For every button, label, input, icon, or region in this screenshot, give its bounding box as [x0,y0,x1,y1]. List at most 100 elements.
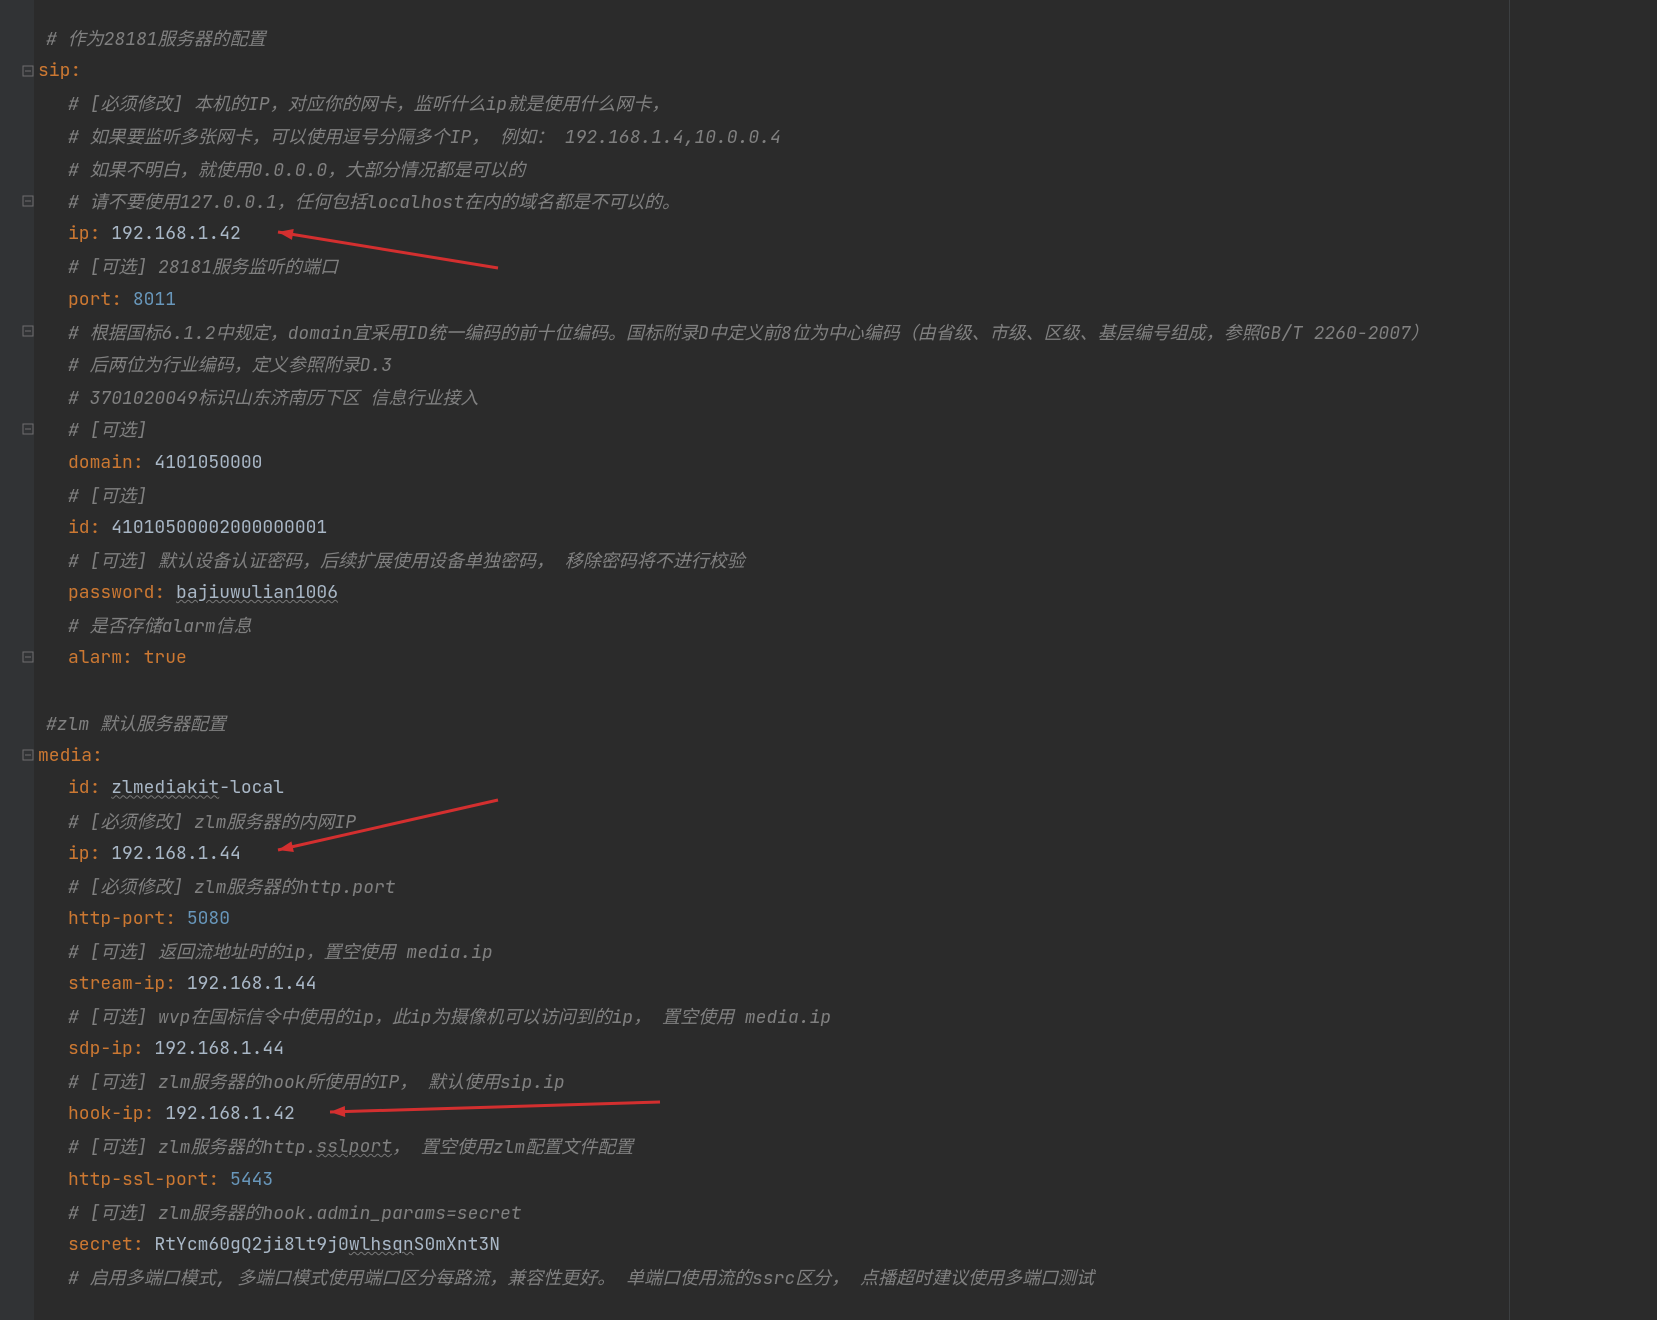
yaml-value: 192.168.1.42 [111,222,241,245]
code-line[interactable]: # 后两位为行业编码，定义参照附录D.3 [34,348,1509,381]
code-line[interactable]: # [可选] zlm服务器的hook.admin_params=secret [34,1195,1509,1228]
code-line[interactable]: # [可选] 默认设备认证密码，后续扩展使用设备单独密码， 移除密码将不进行校验 [34,544,1509,577]
code-line[interactable]: # [可选] zlm服务器的hook所使用的IP， 默认使用sip.ip [34,1065,1509,1098]
code-line[interactable]: http-ssl-port: 5443 [34,1163,1509,1196]
yaml-value: 192.168.1.42 [165,1102,295,1125]
yaml-value: 5080 [187,907,230,930]
comment-typo: sslport [316,1135,392,1158]
yaml-key: id [68,516,90,539]
code-line[interactable]: # 根据国标6.1.2中规定，domain宜采用ID统一编码的前十位编码。国标附… [34,315,1509,348]
comment: # 如果要监听多张网卡，可以使用逗号分隔多个IP， 例如： 192.168.1.… [68,123,781,149]
comment: #zlm 默认服务器配置 [46,710,226,736]
comment: # [可选] wvp在国标信令中使用的ip，此ip为摄像机可以访问到的ip， 置… [68,1003,831,1029]
yaml-value: 192.168.1.44 [187,972,317,995]
yaml-key: sdp-ip [68,1037,133,1060]
yaml-key: http-ssl-port [68,1168,208,1191]
yaml-value-typo: zlmediakit [111,776,219,799]
colon: : [165,907,187,930]
code-line[interactable]: # 是否存储alarm信息 [34,609,1509,642]
yaml-key: domain [68,451,133,474]
code-line[interactable]: # [可选] [34,413,1509,446]
code-line[interactable]: sip: [34,55,1509,88]
yaml-key: sip [38,59,70,82]
minimap-strip[interactable] [1509,0,1657,1320]
comment: # [可选] 返回流地址时的ip，置空使用 media.ip [68,938,493,964]
fold-icon[interactable] [22,423,34,435]
code-line[interactable]: # 启用多端口模式, 多端口模式使用端口区分每路流，兼容性更好。 单端口使用流的… [34,1261,1509,1294]
comment: # 根据国标6.1.2中规定，domain宜采用ID统一编码的前十位编码。国标附… [68,319,1429,345]
yaml-key: hook-ip [68,1102,144,1125]
colon: : [133,1037,155,1060]
code-line[interactable]: port: 8011 [34,283,1509,316]
yaml-value: 8011 [133,288,176,311]
comment: # 启用多端口模式, 多端口模式使用端口区分每路流，兼容性更好。 单端口使用流的… [68,1264,1094,1290]
code-line[interactable]: domain: 4101050000 [34,446,1509,479]
yaml-value: -local [219,776,284,799]
code-line[interactable]: # 3701020049标识山东济南历下区 信息行业接入 [34,381,1509,414]
code-line[interactable]: # [可选] 28181服务监听的端口 [34,250,1509,283]
code-line[interactable]: password: bajiuwulian1006 [34,576,1509,609]
code-line[interactable]: ip: 192.168.1.42 [34,218,1509,251]
yaml-key: secret [68,1233,133,1256]
code-area[interactable]: # 作为28181服务器的配置sip:# [必须修改] 本机的IP，对应你的网卡… [34,0,1509,1320]
code-line[interactable]: sdp-ip: 192.168.1.44 [34,1032,1509,1065]
code-line[interactable]: # [必须修改] 本机的IP，对应你的网卡，监听什么ip就是使用什么网卡， [34,87,1509,120]
comment: # [必须修改] zlm服务器的内网IP [68,808,356,834]
code-line[interactable]: http-port: 5080 [34,902,1509,935]
yaml-value: RtYcm60gQ2ji8lt9j0 [154,1233,348,1256]
code-line[interactable]: id: 41010500002000000001 [34,511,1509,544]
code-line[interactable]: # [可选] [34,478,1509,511]
colon: : [208,1168,230,1191]
code-editor[interactable]: # 作为28181服务器的配置sip:# [必须修改] 本机的IP，对应你的网卡… [0,0,1657,1320]
yaml-value: 41010500002000000001 [111,516,327,539]
comment: # [可选] zlm服务器的hook.admin_params=secret [68,1199,522,1225]
code-line[interactable]: ip: 192.168.1.44 [34,837,1509,870]
colon: : [133,451,155,474]
code-line[interactable]: stream-ip: 192.168.1.44 [34,967,1509,1000]
colon: : [90,842,112,865]
comment: ， 置空使用zlm配置文件配置 [392,1133,633,1159]
comment: # 作为28181服务器的配置 [46,25,266,51]
comment: # 是否存储alarm信息 [68,612,252,638]
code-line[interactable]: # [可选] wvp在国标信令中使用的ip，此ip为摄像机可以访问到的ip， 置… [34,1000,1509,1033]
fold-icon[interactable] [22,651,34,663]
yaml-value: 4101050000 [154,451,262,474]
fold-icon[interactable] [22,325,34,337]
code-line[interactable]: # [可选] 返回流地址时的ip，置空使用 media.ip [34,935,1509,968]
colon: : [133,1233,155,1256]
fold-icon[interactable] [22,65,34,77]
fold-icon[interactable] [22,749,34,761]
yaml-key: http-port [68,907,165,930]
colon: : [70,59,81,82]
code-line[interactable]: alarm: true [34,641,1509,674]
code-line[interactable]: media: [34,739,1509,772]
code-line[interactable]: # [必须修改] zlm服务器的内网IP [34,804,1509,837]
code-line[interactable]: # [必须修改] zlm服务器的http.port [34,869,1509,902]
yaml-value: S0mXnt3N [414,1233,500,1256]
yaml-value-typo: wlhsqn [349,1233,414,1256]
fold-icon[interactable] [22,195,34,207]
code-line[interactable]: # [可选] zlm服务器的http.sslport， 置空使用zlm配置文件配… [34,1130,1509,1163]
yaml-value: 192.168.1.44 [111,842,241,865]
code-line[interactable]: secret: RtYcm60gQ2ji8lt9j0wlhsqnS0mXnt3N [34,1228,1509,1261]
colon: : [165,972,187,995]
colon: : [144,1102,166,1125]
code-line[interactable]: # 作为28181服务器的配置 [34,22,1509,55]
yaml-key: alarm [68,646,122,669]
code-line[interactable]: id: zlmediakit-local [34,772,1509,805]
comment: # [必须修改] zlm服务器的http.port [68,873,396,899]
code-line[interactable] [34,674,1509,707]
code-line[interactable]: #zlm 默认服务器配置 [34,706,1509,739]
yaml-key: stream-ip [68,972,165,995]
code-line[interactable]: hook-ip: 192.168.1.42 [34,1098,1509,1131]
comment: # [可选] 28181服务监听的端口 [68,253,338,279]
comment: # [可选] zlm服务器的http. [68,1133,316,1159]
yaml-key: media [38,744,92,767]
colon: : [90,222,112,245]
code-line[interactable]: # 如果不明白，就使用0.0.0.0，大部分情况都是可以的 [34,152,1509,185]
comment: # 后两位为行业编码，定义参照附录D.3 [68,351,392,377]
code-line[interactable]: # 请不要使用127.0.0.1，任何包括localhost在内的域名都是不可以… [34,185,1509,218]
yaml-value-typo: bajiuwulian1006 [176,581,338,604]
yaml-value: 192.168.1.44 [154,1037,284,1060]
code-line[interactable]: # 如果要监听多张网卡，可以使用逗号分隔多个IP， 例如： 192.168.1.… [34,120,1509,153]
